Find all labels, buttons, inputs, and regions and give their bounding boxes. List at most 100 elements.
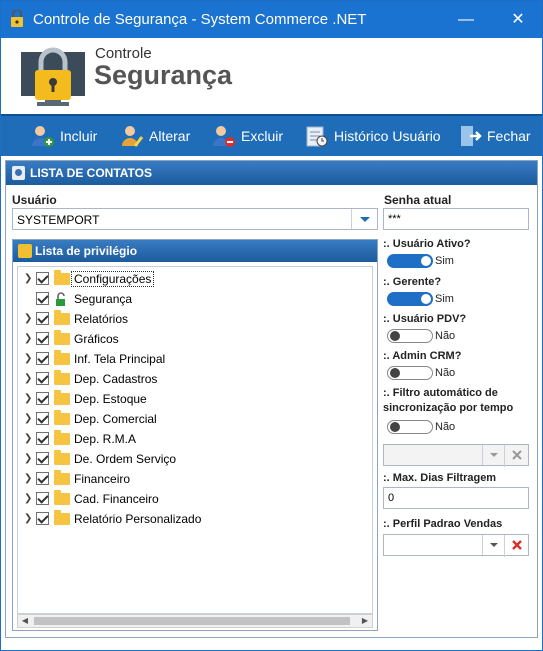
tree-item-financeiro[interactable]: ❯ Financeiro [18,469,358,489]
historico-label: Histórico Usuário [334,128,441,144]
expand-arrow-icon[interactable]: ❯ [24,473,32,484]
folder-icon [54,390,70,405]
privilege-checkbox[interactable] [36,332,49,345]
fechar-label: Fechar [487,128,531,144]
scroll-thumb[interactable] [34,617,350,625]
add-user-icon [32,126,54,147]
folder-icon [54,350,70,365]
tree-item-label: Configurações [70,271,155,287]
tree-item-dep-rma[interactable]: ❯ Dep. R.M.A [18,429,358,449]
expand-arrow-icon[interactable]: ❯ [24,373,32,384]
privilege-checkbox[interactable] [36,492,49,505]
expand-arrow-icon[interactable]: ❯ [24,413,32,424]
header: Controle Segurança [1,38,542,114]
excluir-button[interactable]: Excluir [212,122,283,150]
gerente-toggle[interactable] [387,292,433,306]
privilege-title: Lista de privilégio [35,244,138,258]
filtro-state: Não [435,421,456,433]
privilege-checkbox[interactable] [36,392,49,405]
scroll-right-icon[interactable]: ▶ [358,615,372,627]
chevron-down-icon[interactable] [351,209,377,229]
privilege-checkbox[interactable] [36,472,49,485]
tree-item-label: Relatório Personalizado [74,512,202,526]
filtro-combo[interactable] [383,444,529,467]
tree-item-label: Financeiro [74,472,131,486]
lock-icon [56,292,65,306]
expand-arrow-icon[interactable]: ❯ [24,433,32,444]
expand-arrow-icon[interactable]: ❯ [24,513,32,524]
clear-icon[interactable] [504,445,528,467]
fechar-button[interactable]: Fechar [458,122,531,150]
exit-door-icon [461,126,482,146]
admin-crm-toggle[interactable] [387,366,433,380]
alterar-button[interactable]: Alterar [120,122,190,150]
clear-icon[interactable] [504,535,528,557]
tree-item-label: Inf. Tela Principal [74,352,166,366]
expand-arrow-icon[interactable]: ❯ [24,453,32,464]
admin-crm-state: Não [435,367,456,379]
privilege-checkbox[interactable] [36,352,49,365]
senha-field[interactable]: *** [383,208,529,230]
tree-item-relatorio-personalizado[interactable]: ❯ Relatório Personalizado [18,509,358,529]
filtro-toggle[interactable] [387,420,433,434]
perfil-label: :. Perfil Padrao Vendas [383,518,503,530]
tree-item-ordem-servico[interactable]: ❯ De. Ordem Serviço [18,449,358,469]
contacts-panel-header: LISTA DE CONTATOS [6,161,537,185]
tree-item-relatorios[interactable]: ❯ Relatórios [18,309,358,329]
incluir-button[interactable]: Incluir [31,122,97,150]
chevron-down-icon[interactable] [482,445,504,465]
usuario-ativo-toggle[interactable] [387,254,433,268]
expand-arrow-icon[interactable]: ❯ [24,493,32,504]
privilege-tree[interactable]: ❯ Configurações Segurança ❯ Relatórios ❯… [17,266,373,614]
remove-user-icon [213,126,235,147]
privilege-checkbox[interactable] [36,312,49,325]
tree-item-label: Dep. Cadastros [74,372,158,386]
contact-list-icon [12,166,25,180]
privilege-checkbox[interactable] [36,292,49,305]
alterar-label: Alterar [149,128,191,144]
folder-icon [54,310,70,325]
expand-arrow-icon[interactable]: ❯ [24,353,32,364]
expand-arrow-icon[interactable]: ❯ [24,273,32,284]
max-dias-value: 0 [388,492,395,504]
folder-icon [54,330,70,345]
perfil-combo[interactable] [383,534,529,557]
scroll-left-icon[interactable]: ◀ [18,615,32,627]
senha-label: Senha atual [384,193,452,207]
privilege-checkbox[interactable] [36,512,49,525]
horizontal-scrollbar[interactable]: ◀ ▶ [17,614,373,628]
privilege-checkbox[interactable] [36,432,49,445]
chevron-down-icon[interactable] [482,535,504,555]
tree-item-label: Gráficos [74,332,119,346]
usuario-ativo-label: :. Usuário Ativo? [383,238,471,250]
main-panel: LISTA DE CONTATOS Usuário SYSTEMPORT Lis… [5,160,538,638]
close-button[interactable]: ✕ [503,7,533,33]
tree-item-configuracoes[interactable]: ❯ Configurações [18,269,358,289]
folder-icon [54,270,70,285]
tree-item-dep-cadastros[interactable]: ❯ Dep. Cadastros [18,369,358,389]
history-icon [306,126,328,147]
tree-item-seguranca[interactable]: Segurança [18,289,358,309]
panel-title: LISTA DE CONTATOS [30,166,152,180]
historico-button[interactable]: Histórico Usuário [305,122,441,150]
tree-item-dep-estoque[interactable]: ❯ Dep. Estoque [18,389,358,409]
usuario-value: SYSTEMPORT [17,213,100,227]
expand-arrow-icon[interactable]: ❯ [24,333,32,344]
usuario-ativo-state: Sim [435,255,454,267]
minimize-button[interactable]: — [451,7,481,33]
max-dias-field[interactable]: 0 [383,487,529,509]
privilege-checkbox[interactable] [36,272,49,285]
expand-arrow-icon[interactable]: ❯ [24,393,32,404]
app-lock-icon [11,10,23,27]
tree-item-cad-financeiro[interactable]: ❯ Cad. Financeiro [18,489,358,509]
usuario-pdv-toggle[interactable] [387,329,433,343]
tree-item-label: De. Ordem Serviço [74,452,177,466]
tree-item-dep-comercial[interactable]: ❯ Dep. Comercial [18,409,358,429]
privilege-checkbox[interactable] [36,372,49,385]
expand-arrow-icon[interactable]: ❯ [24,313,32,324]
privilege-checkbox[interactable] [36,412,49,425]
usuario-combo[interactable]: SYSTEMPORT [12,208,378,230]
tree-item-inf-tela-principal[interactable]: ❯ Inf. Tela Principal [18,349,358,369]
privilege-checkbox[interactable] [36,452,49,465]
tree-item-graficos[interactable]: ❯ Gráficos [18,329,358,349]
